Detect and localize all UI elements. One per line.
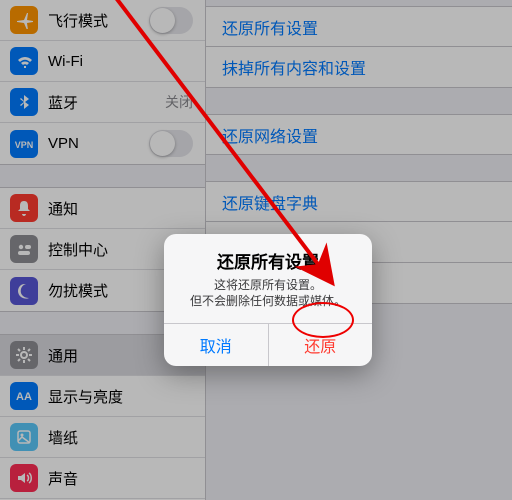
- alert-cancel-button[interactable]: 取消: [164, 324, 269, 366]
- alert-title: 还原所有设置: [164, 234, 372, 275]
- alert-confirm-button[interactable]: 还原: [269, 324, 373, 366]
- confirm-alert: 还原所有设置 这将还原所有设置。但不会删除任何数据或媒体。 取消 还原: [164, 234, 372, 366]
- alert-message: 这将还原所有设置。但不会删除任何数据或媒体。: [164, 275, 372, 323]
